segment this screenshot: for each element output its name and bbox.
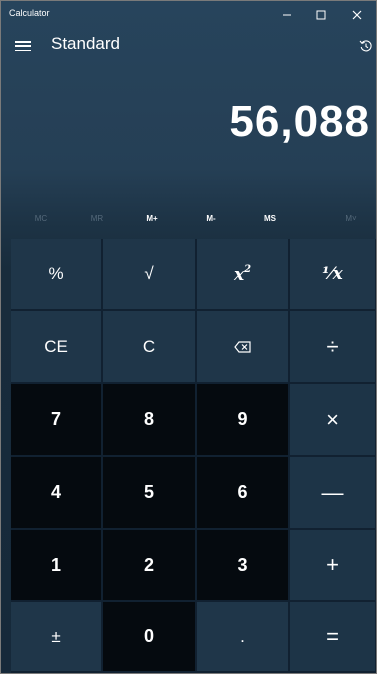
equals-button[interactable]: = xyxy=(290,602,376,673)
backspace-button[interactable] xyxy=(197,311,290,384)
percent-label: % xyxy=(48,264,64,283)
clear-entry-label: CE xyxy=(44,336,68,356)
negate-label: ± xyxy=(51,626,61,646)
minimize-icon xyxy=(283,14,291,16)
memory-subtract-button[interactable]: M- xyxy=(191,211,231,227)
clear-entry-button[interactable]: CE xyxy=(11,311,103,384)
clear-label: C xyxy=(142,336,156,356)
subtract-button[interactable]: — xyxy=(290,457,376,530)
decimal-label: . xyxy=(240,626,245,646)
backspace-icon xyxy=(233,340,251,353)
negate-button[interactable]: ± xyxy=(11,602,103,673)
digit-0-label: 0 xyxy=(143,626,154,646)
digit-7-button[interactable]: 7 xyxy=(11,384,103,457)
digit-2-button[interactable]: 2 xyxy=(103,530,197,602)
history-icon[interactable] xyxy=(359,39,373,53)
reciprocal-button[interactable]: ⅟x xyxy=(290,239,376,311)
digit-4-label: 4 xyxy=(50,482,61,502)
percent-button[interactable]: % xyxy=(11,239,103,311)
digit-2-label: 2 xyxy=(143,554,154,575)
multiply-button[interactable]: × xyxy=(290,384,376,457)
close-button[interactable] xyxy=(339,1,375,29)
minimize-button[interactable] xyxy=(269,1,305,29)
multiply-label: × xyxy=(326,406,339,432)
memory-recall-button[interactable]: MR xyxy=(77,211,117,227)
digit-0-button[interactable]: 0 xyxy=(103,602,197,673)
divide-label: ÷ xyxy=(326,333,339,359)
decimal-button[interactable]: . xyxy=(197,602,290,673)
window-title: Calculator xyxy=(9,8,50,18)
reciprocal-label: ⅟x xyxy=(322,264,343,284)
square-root-label: √ xyxy=(144,264,154,283)
clear-button[interactable]: C xyxy=(103,311,197,384)
digit-1-label: 1 xyxy=(50,554,61,575)
digit-8-button[interactable]: 8 xyxy=(103,384,197,457)
memory-store-button[interactable]: MS xyxy=(250,211,290,227)
square-label: x2 xyxy=(234,264,251,285)
digit-6-label: 6 xyxy=(237,482,248,502)
digit-5-label: 5 xyxy=(143,482,154,502)
memory-row: MC MR M+ M- MS M˅ xyxy=(1,211,376,229)
maximize-button[interactable] xyxy=(303,1,339,29)
digit-5-button[interactable]: 5 xyxy=(103,457,197,530)
digit-3-button[interactable]: 3 xyxy=(197,530,290,602)
result-display: 56,088 xyxy=(229,97,370,146)
memory-clear-button[interactable]: MC xyxy=(21,211,61,227)
digit-9-label: 9 xyxy=(237,409,248,429)
mode-title: Standard xyxy=(51,34,120,53)
maximize-icon xyxy=(316,10,326,20)
digit-6-button[interactable]: 6 xyxy=(197,457,290,530)
digit-8-label: 8 xyxy=(143,409,154,429)
close-icon xyxy=(352,10,362,20)
square-base-label: x xyxy=(233,264,245,285)
digit-9-button[interactable]: 9 xyxy=(197,384,290,457)
square-exponent-label: 2 xyxy=(244,263,252,275)
digit-3-label: 3 xyxy=(237,554,248,575)
equals-label: = xyxy=(326,623,339,649)
add-button[interactable]: + xyxy=(290,530,376,602)
title-bar: Calculator xyxy=(1,1,376,29)
add-label: + xyxy=(326,552,339,577)
calculator-window: Calculator Standard 56,088 MC MR M+ M- M… xyxy=(0,0,377,674)
memory-list-button[interactable]: M˅ xyxy=(331,211,371,227)
digit-7-label: 7 xyxy=(50,409,61,429)
digit-4-button[interactable]: 4 xyxy=(11,457,103,530)
digit-1-button[interactable]: 1 xyxy=(11,530,103,602)
divide-button[interactable]: ÷ xyxy=(290,311,376,384)
square-button[interactable]: x2 xyxy=(197,239,290,311)
subtract-label: — xyxy=(321,479,344,505)
square-root-button[interactable]: √ xyxy=(103,239,197,311)
memory-add-button[interactable]: M+ xyxy=(132,211,172,227)
keypad: % √ x2 ⅟x CE C ÷ 7 8 9 × 4 5 6 — 1 2 3 +… xyxy=(11,239,376,673)
hamburger-menu-icon[interactable] xyxy=(15,39,31,53)
